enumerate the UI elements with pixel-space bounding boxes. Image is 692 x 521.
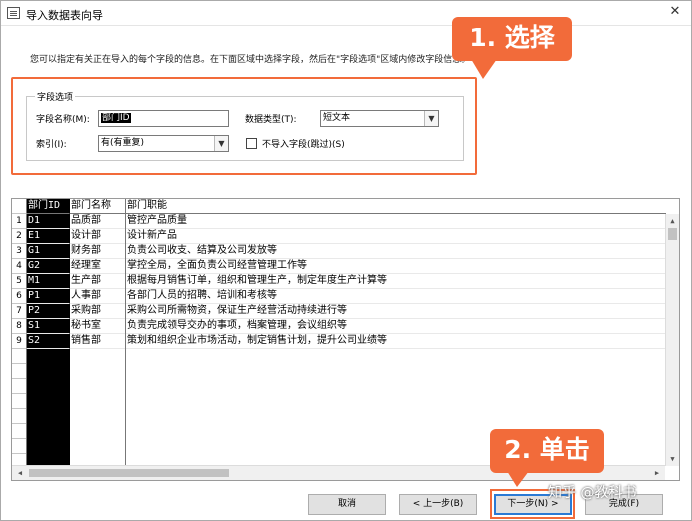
cell-dept-name[interactable]: 设计部 bbox=[70, 229, 126, 244]
cell-dept-name[interactable]: 经理室 bbox=[70, 259, 126, 274]
window-title: 导入数据表向导 bbox=[26, 9, 103, 22]
watermark: 知乎 @教科书 bbox=[548, 485, 637, 501]
window-icon bbox=[7, 7, 20, 19]
cell-dept-id[interactable]: P1 bbox=[27, 289, 70, 304]
row-number: 4 bbox=[12, 259, 27, 274]
column-header-function[interactable]: 部门职能 bbox=[126, 199, 666, 214]
row-number: 5 bbox=[12, 274, 27, 289]
step1-callout: 1. 选择 bbox=[452, 17, 572, 61]
row-number: 7 bbox=[12, 304, 27, 319]
cell-dept-id[interactable]: G2 bbox=[27, 259, 70, 274]
field-options-highlight bbox=[11, 77, 477, 175]
cell-dept-name[interactable]: 人事部 bbox=[70, 289, 126, 304]
grid-corner bbox=[12, 199, 27, 214]
step2-callout: 2. 单击 bbox=[490, 429, 604, 473]
scroll-right-icon[interactable]: ▶ bbox=[650, 466, 664, 480]
cell-dept-function[interactable]: 设计新产品 bbox=[126, 229, 666, 244]
title-bar: 导入数据表向导 ✕ bbox=[1, 1, 691, 26]
cell-dept-function[interactable]: 各部门人员的招聘、培训和考核等 bbox=[126, 289, 666, 304]
cell-dept-name[interactable]: 品质部 bbox=[70, 214, 126, 229]
column-header-name[interactable]: 部门名称 bbox=[70, 199, 126, 214]
cell-dept-name[interactable]: 销售部 bbox=[70, 334, 126, 349]
cell-dept-id[interactable]: M1 bbox=[27, 274, 70, 289]
cell-dept-id[interactable]: G1 bbox=[27, 244, 70, 259]
cell-dept-id[interactable]: S2 bbox=[27, 334, 70, 349]
cell-dept-function[interactable]: 负责完成领导交办的事项，档案管理，会议组织等 bbox=[126, 319, 666, 334]
callout-pointer bbox=[507, 471, 529, 487]
cell-dept-function[interactable]: 根据每月销售订单，组织和管理生产，制定年度生产计算等 bbox=[126, 274, 666, 289]
column-divider bbox=[125, 199, 126, 465]
cell-dept-id[interactable]: D1 bbox=[27, 214, 70, 229]
vertical-scrollbar[interactable]: ▲ ▼ bbox=[665, 214, 679, 466]
cell-dept-name[interactable]: 财务部 bbox=[70, 244, 126, 259]
column-header-id[interactable]: 部门ID bbox=[27, 199, 70, 214]
selected-column-fill bbox=[27, 349, 70, 465]
cell-dept-function[interactable]: 负责公司收支、结算及公司发放等 bbox=[126, 244, 666, 259]
row-number: 9 bbox=[12, 334, 27, 349]
row-number: 6 bbox=[12, 289, 27, 304]
scroll-left-icon[interactable]: ◀ bbox=[13, 466, 27, 480]
cell-dept-name[interactable]: 生产部 bbox=[70, 274, 126, 289]
scroll-thumb[interactable] bbox=[29, 469, 229, 477]
cell-dept-id[interactable]: S1 bbox=[27, 319, 70, 334]
row-number: 1 bbox=[12, 214, 27, 229]
cell-dept-name[interactable]: 秘书室 bbox=[70, 319, 126, 334]
scroll-thumb[interactable] bbox=[668, 228, 677, 240]
wizard-description: 您可以指定有关正在导入的每个字段的信息。在下面区域中选择字段，然后在"字段选项"… bbox=[30, 55, 471, 65]
cell-dept-id[interactable]: E1 bbox=[27, 229, 70, 244]
import-wizard-window: 导入数据表向导 ✕ 您可以指定有关正在导入的每个字段的信息。在下面区域中选择字段… bbox=[0, 0, 692, 521]
cell-dept-id[interactable]: P2 bbox=[27, 304, 70, 319]
cell-dept-function[interactable]: 管控产品质量 bbox=[126, 214, 666, 229]
callout-pointer bbox=[471, 59, 497, 79]
row-number: 8 bbox=[12, 319, 27, 334]
row-number: 3 bbox=[12, 244, 27, 259]
empty-row-numbers bbox=[12, 349, 27, 465]
cell-dept-function[interactable]: 策划和组织企业市场活动，制定销售计划，提升公司业绩等 bbox=[126, 334, 666, 349]
cell-dept-function[interactable]: 掌控全局，全面负责公司经营管理工作等 bbox=[126, 259, 666, 274]
scroll-up-icon[interactable]: ▲ bbox=[666, 215, 679, 227]
cancel-button[interactable]: 取消 bbox=[308, 494, 386, 515]
back-button[interactable]: < 上一步(B) bbox=[399, 494, 477, 515]
cell-dept-name[interactable]: 采购部 bbox=[70, 304, 126, 319]
close-icon[interactable]: ✕ bbox=[667, 4, 683, 20]
row-number: 2 bbox=[12, 229, 27, 244]
cell-dept-function[interactable]: 采购公司所需物资，保证生产经营活动持续进行等 bbox=[126, 304, 666, 319]
scroll-down-icon[interactable]: ▼ bbox=[666, 453, 679, 465]
